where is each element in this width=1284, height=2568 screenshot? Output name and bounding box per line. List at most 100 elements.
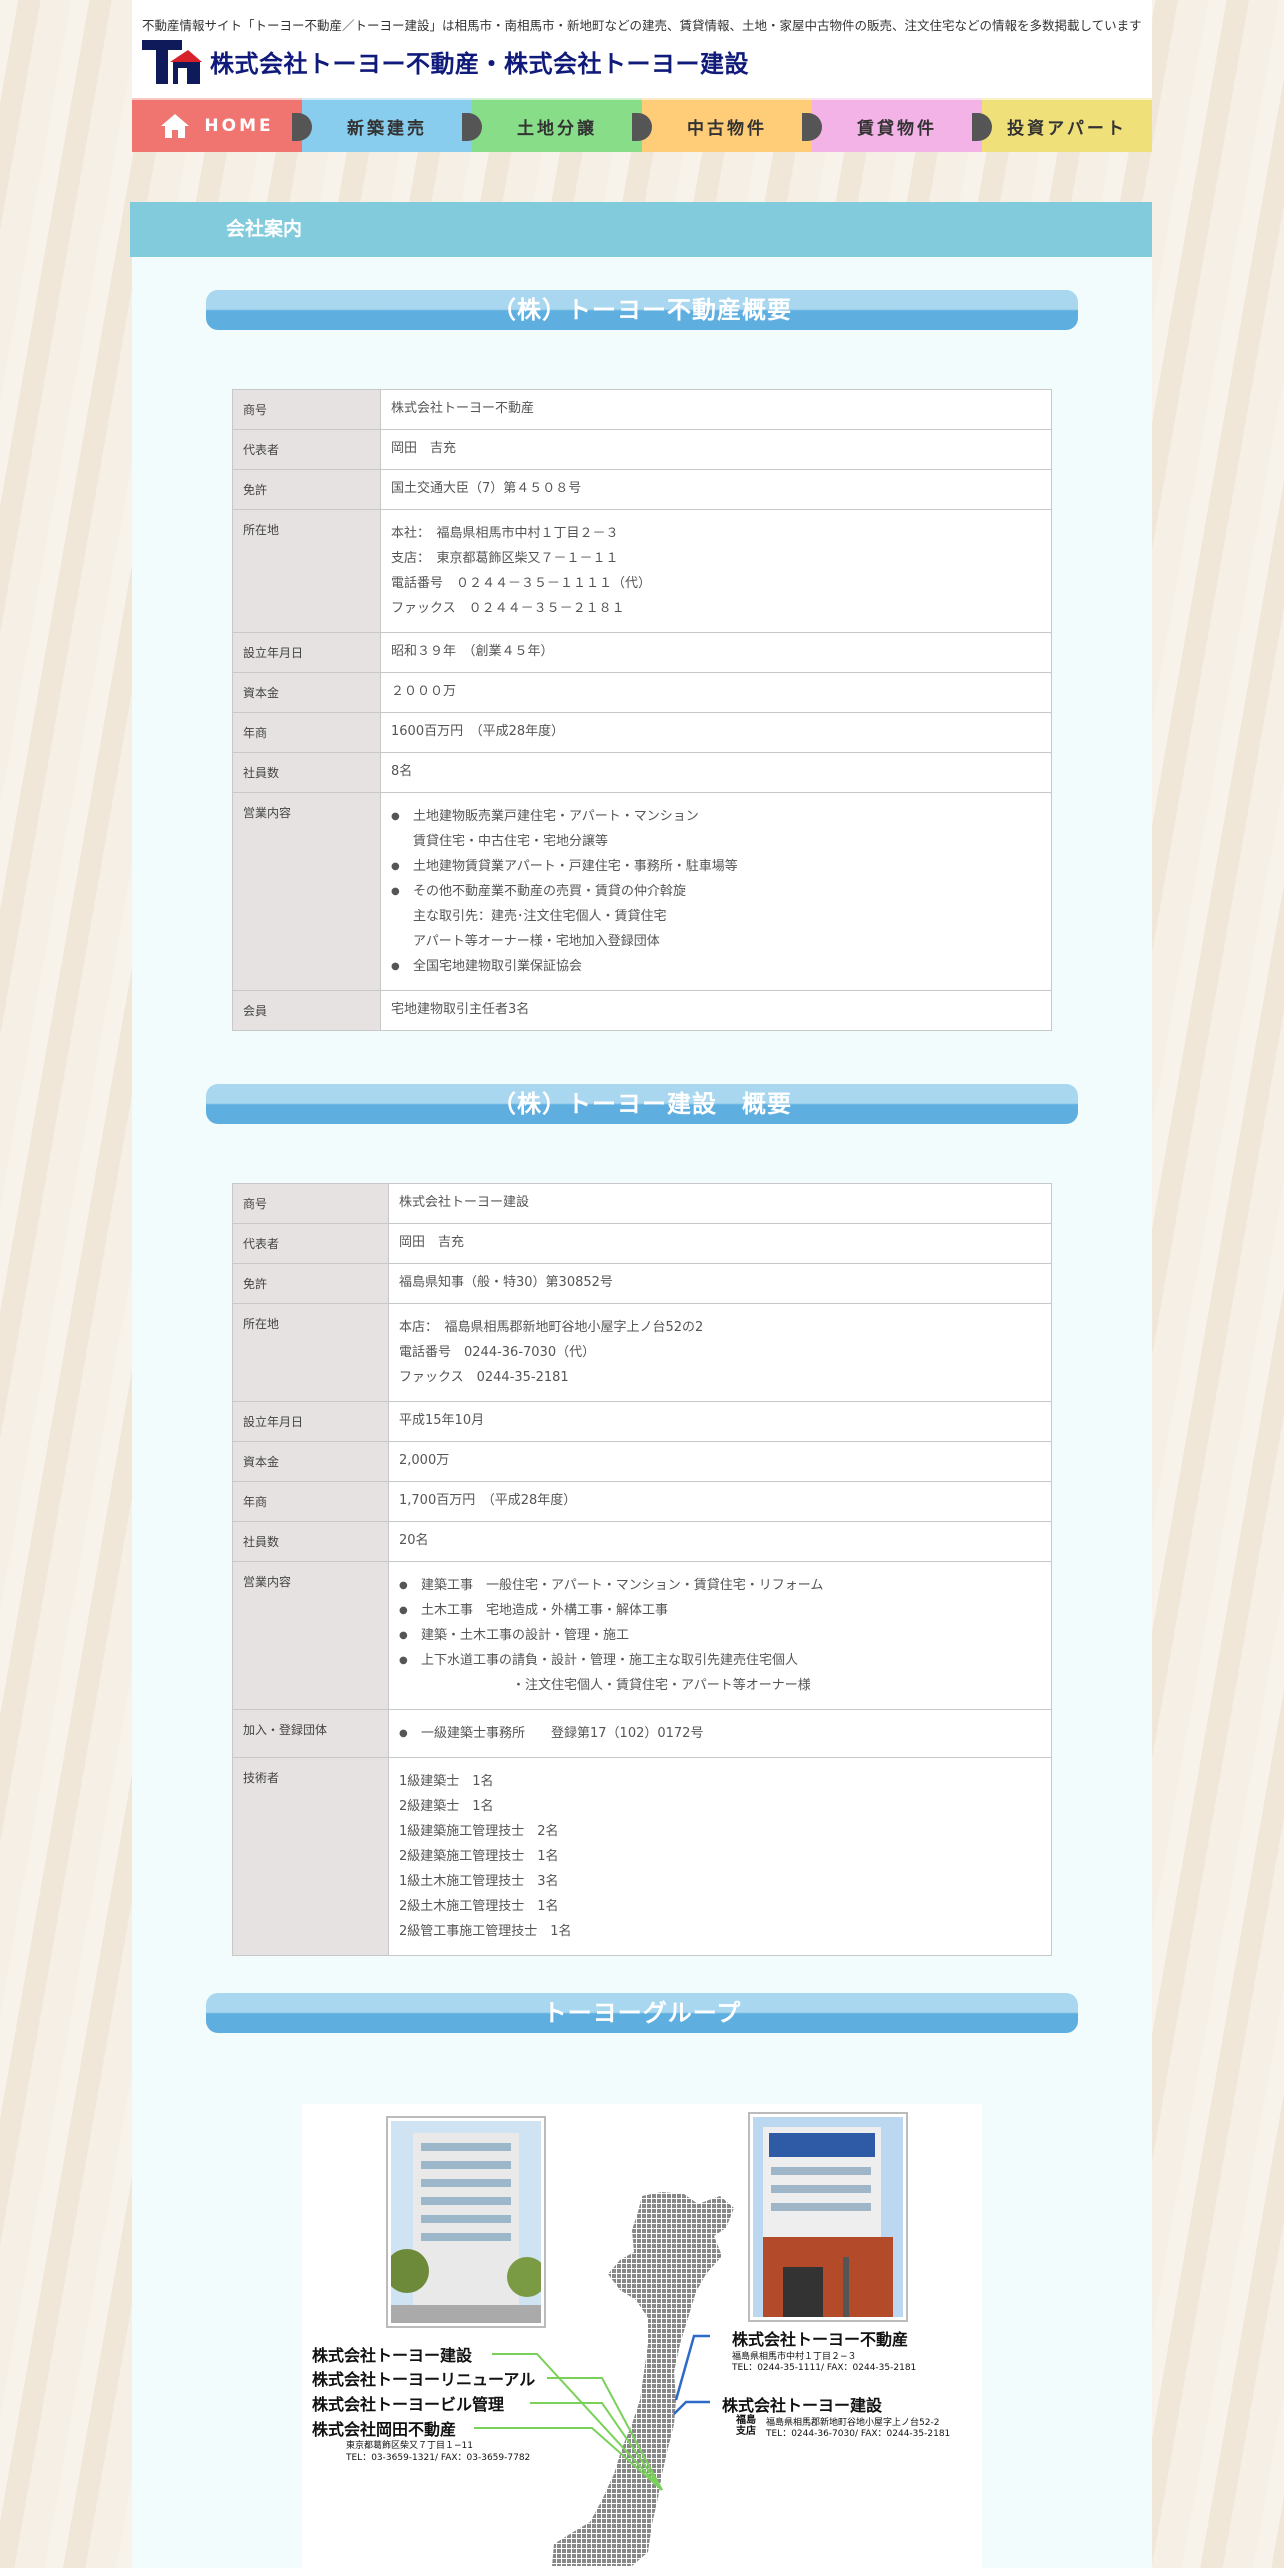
row-value: 岡田 吉充 xyxy=(388,1223,1052,1264)
row-value: 一級建築士事務所 登録第17（102）0172号 xyxy=(388,1709,1052,1758)
row-label: 設立年月日 xyxy=(232,1401,389,1442)
section-title-group: トーヨーグループ xyxy=(206,1993,1078,2033)
value-line: ２０００万 xyxy=(391,684,457,699)
fudosan-info-table: 商号 株式会社トーヨー不動産 代表者 岡田 吉充 免許 国土交通大臣（7）第４５０８号 所在… xyxy=(232,389,1052,1031)
table-row: 年商 1,700百万円 （平成28年度） xyxy=(232,1481,1052,1522)
table-row: 商号 株式会社トーヨー不動産 xyxy=(232,389,1052,430)
main-navigation: HOME 新築建売 土地分譲 中古物件 賃貸物件 投資アパート xyxy=(132,98,1152,152)
tokyo-building-photo xyxy=(385,2116,547,2328)
row-label: 所在地 xyxy=(232,509,381,633)
value-line: 電話番号 ０２４４－３５－１１１１（代） xyxy=(391,576,652,591)
table-row: 加入・登録団体一級建築士事務所 登録第17（102）0172号 xyxy=(232,1709,1052,1758)
row-value: 国土交通大臣（7）第４５０８号 xyxy=(380,469,1052,510)
table-row: 免許 福島県知事（般・特30）第30852号 xyxy=(232,1263,1052,1304)
row-value: 建築工事 一般住宅・アパート・マンション・賃貸住宅・リフォーム土木工事 宅地造成… xyxy=(388,1561,1052,1710)
row-label: 代表者 xyxy=(232,429,381,470)
value-line: 2,000万 xyxy=(399,1453,450,1468)
row-value: 福島県知事（般・特30）第30852号 xyxy=(388,1263,1052,1304)
row-value: 平成15年10月 xyxy=(388,1401,1052,1442)
list-item: アパート等オーナー様・宅地加入登録団体 xyxy=(413,934,660,949)
value-line: 1600百万円 （平成28年度） xyxy=(391,724,565,739)
nav-item-rental[interactable]: 賃貸物件 xyxy=(802,98,982,152)
table-row: 商号 株式会社トーヨー建設 xyxy=(232,1183,1052,1224)
row-value: 株式会社トーヨー建設 xyxy=(388,1183,1052,1224)
site-title: 株式会社トーヨー不動産・株式会社トーヨー建設 xyxy=(210,50,749,78)
value-line: 1級建築施工管理技士 2名 xyxy=(399,1824,559,1839)
soma-building-photo xyxy=(748,2112,908,2322)
row-value: 本社： 福島県相馬市中村１丁目２－３ 支店： 東京都葛飾区柴又７－１－１１ 電話番号… xyxy=(380,509,1052,633)
nav-item-investment[interactable]: 投資アパート xyxy=(972,98,1152,152)
value-line: 20名 xyxy=(399,1533,429,1548)
value-line: ファックス 0244-35-2181 xyxy=(399,1370,569,1385)
table-row: 設立年月日 昭和３９年 （創業４５年） xyxy=(232,632,1052,673)
value-line: 電話番号 0244-36-7030（代） xyxy=(399,1345,596,1360)
row-label: 免許 xyxy=(232,469,381,510)
row-label: 加入・登録団体 xyxy=(232,1709,389,1758)
section-title-kensetsu: （株）トーヨー建設 概要 xyxy=(206,1084,1078,1124)
table-row: 社員数 8名 xyxy=(232,752,1052,793)
value-line: 2級土木施工管理技士 1名 xyxy=(399,1899,559,1914)
group-company-3: 株式会社トーヨービル管理 xyxy=(312,2395,505,2414)
nav-item-land[interactable]: 土地分譲 xyxy=(462,98,642,152)
row-value: 1級建築士 1名 2級建築士 1名 1級建築施工管理技士 2名 2級建築施工管理技士 … xyxy=(388,1757,1052,1956)
table-row: 代表者 岡田 吉充 xyxy=(232,429,1052,470)
kensetsu-info-table: 商号 株式会社トーヨー建設 代表者 岡田 吉充 免許 福島県知事（般・特30）第30852… xyxy=(232,1183,1052,1956)
row-label: 社員数 xyxy=(232,1521,389,1562)
value-line: 1級土木施工管理技士 3名 xyxy=(399,1874,559,1889)
value-line: 株式会社トーヨー不動産 xyxy=(391,401,535,416)
value-line: 2級建築士 1名 xyxy=(399,1799,494,1814)
row-label: 営業内容 xyxy=(232,792,381,991)
value-line: 平成15年10月 xyxy=(399,1413,485,1428)
value-list: 建築工事 一般住宅・アパート・マンション・賃貸住宅・リフォーム土木工事 宅地造成… xyxy=(399,1573,1041,1698)
group-right-company-2: 株式会社トーヨー建設 xyxy=(722,2396,883,2415)
row-label: 資本金 xyxy=(232,1441,389,1482)
site-header: 不動産情報サイト「トーヨー不動産／トーヨー建設」は相馬市・南相馬市・新地町などの… xyxy=(132,0,1152,98)
nav-item-label: 土地分譲 xyxy=(517,118,597,139)
list-item: 上下水道工事の請負・設計・管理・施工主な取引先建売住宅個人 xyxy=(399,1648,1041,1673)
row-label: 免許 xyxy=(232,1263,389,1304)
group-map-image: 株式会社トーヨー建設 株式会社トーヨーリニューアル 株式会社トーヨービル管理 株… xyxy=(302,2104,982,2568)
nav-item-new-homes[interactable]: 新築建売 xyxy=(292,98,472,152)
row-label: 年商 xyxy=(232,712,381,753)
nav-item-used[interactable]: 中古物件 xyxy=(632,98,812,152)
value-line: 株式会社トーヨー建設 xyxy=(399,1195,530,1210)
group-right-tel-1: TEL：0244-35-1111/ FAX：0244-35-2181 xyxy=(732,2363,917,2373)
row-label: 社員数 xyxy=(232,752,381,793)
section-title-fudosan: （株）トーヨー不動産概要 xyxy=(206,290,1078,330)
row-value: 本店： 福島県相馬郡新地町谷地小屋字上ノ台52の2 電話番号 0244-36-70… xyxy=(388,1303,1052,1402)
logo-icon[interactable] xyxy=(142,40,202,84)
row-value: 岡田 吉充 xyxy=(380,429,1052,470)
value-line: 1,700百万円 （平成28年度） xyxy=(399,1493,577,1508)
group-right-branch: 福島 支店 xyxy=(736,2415,756,2437)
page-wrapper: 不動産情報サイト「トーヨー不動産／トーヨー建設」は相馬市・南相馬市・新地町などの… xyxy=(130,0,1152,2568)
nav-item-label: HOME xyxy=(204,116,274,136)
group-company-1: 株式会社トーヨー建設 xyxy=(312,2346,473,2365)
table-row: 技術者 1級建築士 1名 2級建築士 1名 1級建築施工管理技士 2名 2級建築施工管理… xyxy=(232,1757,1052,1956)
table-row: 資本金 2,000万 xyxy=(232,1441,1052,1482)
value-line: 支店： 東京都葛飾区柴又７－１－１１ xyxy=(391,551,619,566)
value-line: 昭和３９年 （創業４５年） xyxy=(391,644,554,659)
list-item: その他不動産業不動産の売買・賃貸の仲介斡旋 xyxy=(391,879,1041,904)
nav-item-label: 投資アパート xyxy=(1007,118,1127,139)
nav-item-label: 中古物件 xyxy=(687,118,767,139)
row-value: 20名 xyxy=(388,1521,1052,1562)
table-row: 営業内容土地建物販売業戸建住宅・アパート・マンション賃貸住宅・中古住宅・宅地分譲… xyxy=(232,792,1052,991)
list-item: 建築・土木工事の設計・管理・施工 xyxy=(399,1623,1041,1648)
value-line: 2級建築施工管理技士 1名 xyxy=(399,1849,559,1864)
value-list: 土地建物販売業戸建住宅・アパート・マンション賃貸住宅・中古住宅・宅地分譲等土地建… xyxy=(391,804,1041,979)
nav-item-label: 新築建売 xyxy=(347,118,427,139)
list-item: 全国宅地建物取引業保証協会 xyxy=(391,954,1041,979)
value-line: 岡田 吉充 xyxy=(399,1235,465,1250)
home-icon xyxy=(160,113,190,139)
list-item: 建築工事 一般住宅・アパート・マンション・賃貸住宅・リフォーム xyxy=(399,1573,1041,1598)
row-value: 株式会社トーヨー不動産 xyxy=(380,389,1052,430)
value-line: 岡田 吉充 xyxy=(391,441,457,456)
row-value: 昭和３９年 （創業４５年） xyxy=(380,632,1052,673)
row-label: 資本金 xyxy=(232,672,381,713)
row-value: ２０００万 xyxy=(380,672,1052,713)
table-row: 所在地 本店： 福島県相馬郡新地町谷地小屋字上ノ台52の2 電話番号 0244-36… xyxy=(232,1303,1052,1402)
nav-item-home[interactable]: HOME xyxy=(132,98,302,152)
value-line: 本社： 福島県相馬市中村１丁目２－３ xyxy=(391,526,619,541)
value-list: 一級建築士事務所 登録第17（102）0172号 xyxy=(399,1721,1041,1746)
table-row: 免許 国土交通大臣（7）第４５０８号 xyxy=(232,469,1052,510)
